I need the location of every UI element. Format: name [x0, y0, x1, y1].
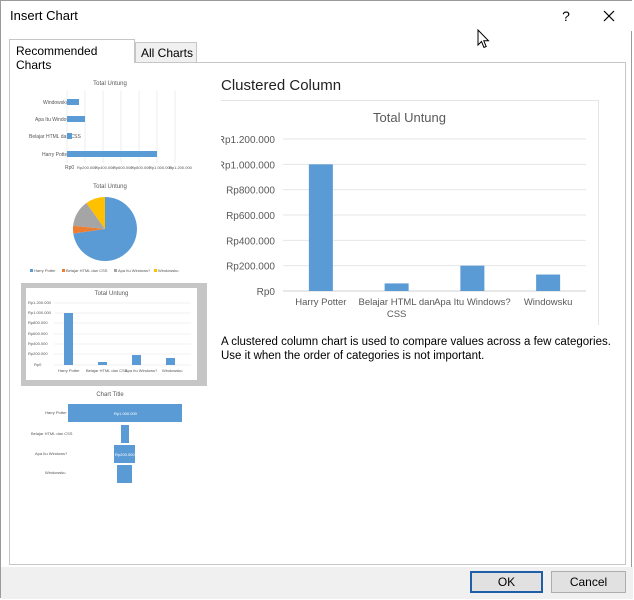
y-tick-label: Rp800.000: [226, 186, 275, 197]
thumbnail-category-label: Windowsku: [162, 368, 183, 373]
thumbnail-column-plot: [54, 302, 191, 366]
column-bar: [384, 283, 409, 291]
cancel-button[interactable]: Cancel: [551, 571, 626, 593]
thumbnail-bar-chart[interactable]: Total Untung Windowsku Apa Itu Windows? …: [25, 77, 195, 175]
thumbnail-axis-label: Rp400.000: [95, 165, 115, 170]
dialog-title: Insert Chart: [10, 8, 78, 23]
chart-thumbnail-list[interactable]: Total Untung Windowsku Apa Itu Windows? …: [11, 71, 207, 491]
pie-legend-label: Belajar HTML dan CSS: [66, 268, 108, 273]
funnel-data-label: Rp1.000.000: [114, 411, 137, 416]
column-chart-plot: Rp0 Rp200.000 Rp400.000 Rp600.000 Rp800.000 R…: [221, 135, 586, 320]
thumbnail-bar: [67, 99, 79, 105]
thumbnail-category-label: Belajar HTML dan CSS: [86, 368, 128, 373]
tab-all-charts[interactable]: All Charts: [135, 42, 197, 63]
column-bar: [308, 164, 333, 291]
pie-legend-label: Apa Itu Windows?: [118, 268, 151, 273]
thumbnail-pie-chart[interactable]: Total Untung Harry Potter Belajar HTML d…: [25, 181, 195, 279]
thumbnail-column: [64, 313, 73, 365]
y-tick-label: Rp1.000.000: [221, 160, 275, 171]
mouse-cursor-icon: [477, 28, 491, 54]
y-tick-label: Rp600.000: [226, 211, 275, 222]
ok-button[interactable]: OK: [470, 571, 543, 593]
close-button[interactable]: [595, 4, 623, 28]
thumbnail-bar: [67, 116, 85, 122]
thumbnail-funnel-chart[interactable]: Chart Title Harry Potter Belajar HTML da…: [25, 389, 195, 487]
x-tick-label: Windowsku: [524, 297, 573, 308]
column-bar: [460, 265, 485, 291]
thumbnail-column: [132, 355, 141, 365]
chart-type-heading: Clustered Column: [221, 77, 342, 94]
y-tick-label: Rp1.200.000: [221, 135, 275, 146]
title-bar[interactable]: Insert Chart ?: [1, 1, 633, 31]
thumbnail-category-label: Harry Potter: [58, 368, 80, 373]
y-tick-label: Rp400.000: [226, 236, 275, 247]
tab-recommended-charts[interactable]: Recommended Charts: [9, 39, 135, 72]
pie-legend-label: Harry Potter: [34, 268, 56, 273]
thumbnail-pie-plot: [30, 197, 157, 272]
column-bar: [536, 274, 561, 291]
thumbnail-bar: [67, 151, 157, 157]
help-button[interactable]: ?: [553, 4, 579, 28]
thumbnail-axis-label: Rp1.200.000: [169, 165, 192, 170]
thumbnail-axis-label: Rp600.000: [113, 165, 133, 170]
insert-chart-dialog: Insert Chart ? Recommended Charts All Ch…: [0, 0, 633, 599]
x-tick-label: Apa Itu Windows?: [434, 297, 511, 308]
chart-preview: Total Untung Rp0 Rp200.000 Rp400.000 Rp600.…: [221, 100, 599, 325]
thumbnail-column: [166, 358, 175, 365]
close-icon: [603, 10, 615, 22]
chart-description: A clustered column chart is used to comp…: [221, 336, 611, 362]
thumbnail-column-chart[interactable]: Total Untung Rp1.200.000 Rp1.000.000 Rp8…: [21, 283, 207, 386]
funnel-bar: [121, 425, 129, 443]
thumbnail-column: [98, 362, 107, 365]
thumbnail-axis-label: Rp800.000: [131, 165, 151, 170]
pie-legend-label: Windowsku: [158, 268, 179, 273]
thumbnail-axis-label: Rp200.000: [77, 165, 97, 170]
x-tick-label: Harry Potter: [295, 297, 346, 308]
thumbnail-bar-plot: [66, 91, 176, 163]
funnel-data-label: Rp200.000: [115, 452, 135, 457]
y-tick-label: Rp200.000: [226, 262, 275, 273]
funnel-bar: [117, 465, 132, 483]
thumbnail-funnel-plot: [68, 404, 182, 483]
y-tick-label: Rp0: [257, 287, 276, 298]
x-tick-label: Belajar HTML dan CSS: [359, 297, 435, 320]
thumbnail-category-label: Apa Itu Windows?: [125, 368, 158, 373]
thumbnail-axis-label: Rp0: [65, 165, 75, 171]
thumbnail-bar: [67, 133, 72, 139]
